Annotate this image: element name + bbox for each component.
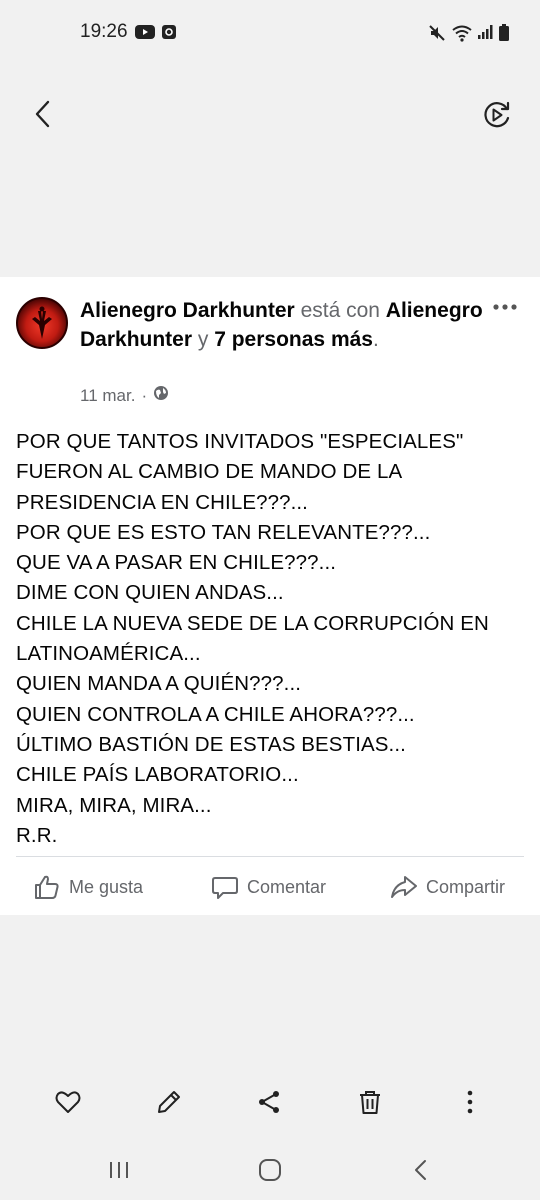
share-label: Compartir [426,876,506,897]
recent-apps-icon[interactable] [105,1156,133,1184]
edit-pencil-icon[interactable] [154,1087,184,1117]
share-button[interactable]: Compartir [390,867,505,907]
video-replay-icon[interactable] [480,98,514,132]
comment-button[interactable]: Comentar [211,867,326,907]
others-link[interactable]: 7 personas más [214,328,373,351]
post-body-line: MIRA, MIRA, MIRA... [16,793,212,817]
app-notification-icon [161,24,177,45]
author-name[interactable]: Alienegro Darkhunter [80,299,295,322]
share-arrow-icon [390,873,418,901]
post-body-line: QUIEN MANDA A QUIÉN???... [16,672,302,696]
more-vertical-icon[interactable] [455,1087,485,1117]
divider [16,856,524,857]
post-body-line: ÚLTIMO BASTIÓN DE ESTAS BESTIAS... [16,732,406,756]
back-icon[interactable] [407,1156,435,1184]
wifi-icon [451,24,473,47]
post-card: Alienegro Darkhunter está con Alienegro … [0,277,540,915]
post-body-line: DIME CON QUIEN ANDAS... [16,581,284,605]
like-icon [33,873,61,901]
post-body-line: QUE VA A PASAR EN CHILE???... [16,551,337,575]
and-text: y [197,328,209,351]
post-body-line: CHILE PAÍS LABORATORIO... [16,763,299,787]
post-actions: Me gusta Comentar Compartir [0,867,540,907]
comment-label: Comentar [247,876,327,897]
meta-separator: · [141,385,148,405]
share-icon[interactable] [254,1087,284,1117]
bottom-toolbar [0,1075,540,1127]
globe-icon [153,385,169,406]
post-body-line: R.R. [16,823,58,847]
signal-icon [477,24,493,45]
post-body-line: POR QUE TANTOS INVITADOS "ESPECIALES" [16,430,464,453]
top-bar [0,80,540,150]
post-body: POR QUE TANTOS INVITADOS "ESPECIALES" FUE… [16,427,526,851]
youtube-icon [135,24,155,45]
post-header: Alienegro Darkhunter está con Alienegro … [80,296,500,354]
like-button[interactable]: Me gusta [33,867,143,907]
heart-icon[interactable] [53,1087,83,1117]
back-arrow-icon[interactable] [28,96,60,132]
post-date[interactable]: 11 mar. [80,386,135,406]
post-body-line: PRESIDENCIA EN CHILE???... [16,490,308,514]
post-meta: 11 mar. · [80,385,169,406]
status-bar: 19:26 [0,0,540,64]
system-nav-bar [0,1148,540,1192]
battery-icon [498,24,510,47]
post-body-line: CHILE LA NUEVA SEDE DE LA CORRUPCIÓN EN [16,611,489,635]
post-body-line: FUERON AL CAMBIO DE MANDO DE LA [16,460,403,484]
with-text: está con [300,299,380,322]
mute-icon [428,24,446,47]
post-body-line: LATINOAMÉRICA... [16,642,201,666]
post-body-line: QUIEN CONTROLA A CHILE AHORA???... [16,702,415,726]
home-icon[interactable] [256,1156,284,1184]
trash-icon[interactable] [355,1087,385,1117]
avatar[interactable] [16,297,68,349]
status-time: 19:26 [80,21,128,42]
period: . [372,328,379,351]
post-body-line: POR QUE ES ESTO TAN RELEVANTE???... [16,520,431,544]
like-label: Me gusta [69,876,144,897]
comment-icon [211,873,239,901]
